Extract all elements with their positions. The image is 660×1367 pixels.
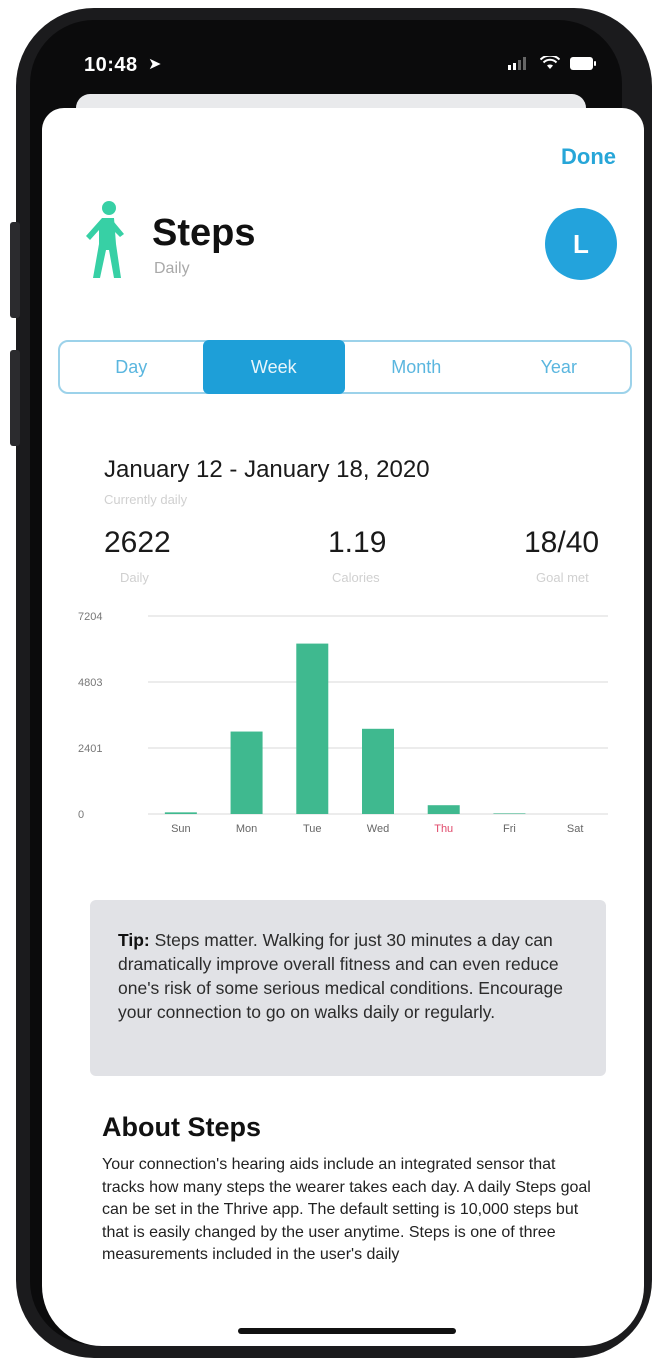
avatar[interactable]: L (545, 208, 617, 280)
x-tick-label: Sun (171, 823, 191, 835)
volume-up-button (10, 222, 20, 318)
date-range: January 12 - January 18, 2020 (104, 456, 430, 483)
stat-goal-label: Goal met (536, 570, 589, 585)
y-tick-label: 0 (78, 809, 84, 821)
about-title: About Steps (102, 1112, 261, 1142)
tip-card: Tip: Steps matter. Walking for just 30 m… (90, 900, 606, 1076)
weekly-steps-chart: 0 2401 4803 7204 Sun Mon Tue Wed Thu Fri Sat (78, 611, 608, 835)
x-tick-label: Mon (236, 823, 257, 835)
cellular-signal-icon (508, 57, 526, 70)
status-time: 10:48 (84, 54, 138, 76)
stat-daily-label: Daily (120, 570, 149, 585)
tab-day[interactable]: Day (60, 342, 203, 392)
avatar-initial: L (573, 228, 589, 259)
tab-week[interactable]: Week (202, 340, 345, 394)
tip-label: Tip: (118, 930, 150, 950)
bar-wed (362, 728, 394, 814)
battery-icon (570, 56, 596, 70)
x-tick-label: Thu (434, 823, 453, 835)
stat-calories-value: 1.19 (328, 526, 387, 559)
walking-person-icon (86, 201, 124, 278)
wifi-icon (540, 56, 560, 69)
time-range-segmented-control: Day Week Month Year (58, 340, 632, 394)
x-tick-label: Fri (503, 823, 516, 835)
done-button[interactable]: Done (561, 144, 616, 170)
page-title: Steps (152, 212, 256, 254)
tab-month[interactable]: Month (345, 342, 488, 392)
stat-calories-label: Calories (332, 570, 380, 585)
tab-month-label: Month (391, 356, 442, 377)
y-tick-label: 4803 (78, 677, 102, 689)
tab-day-label: Day (115, 356, 148, 377)
bar-sun (164, 812, 197, 814)
volume-down-button (10, 350, 20, 446)
date-range-subtitle: Currently daily (104, 492, 188, 507)
bar-mon (230, 731, 263, 814)
status-bar: 10:48 ➤ (44, 40, 616, 90)
bar-fri (493, 813, 526, 814)
page-subtitle: Daily (154, 260, 190, 277)
tab-year[interactable]: Year (488, 342, 631, 392)
steps-detail-sheet: Done Steps Daily L Day Week Month Year J… (42, 108, 644, 1346)
y-tick-label: 2401 (78, 743, 102, 755)
x-tick-label: Tue (303, 823, 322, 835)
bar-thu (427, 805, 460, 814)
about-body: Your connection's hearing aids include a… (102, 1156, 591, 1263)
tab-week-label: Week (250, 356, 297, 377)
tip-text: Steps matter. Walking for just 30 minute… (118, 930, 563, 1022)
x-tick-label: Sat (567, 823, 584, 835)
y-tick-label: 7204 (78, 611, 102, 623)
x-tick-label: Wed (367, 823, 389, 835)
home-indicator[interactable] (238, 1328, 456, 1334)
tab-year-label: Year (540, 356, 577, 377)
stat-daily-value: 2622 (104, 526, 171, 559)
bar-tue (296, 643, 329, 814)
location-arrow-icon: ➤ (148, 56, 162, 73)
stat-goal-value: 18/40 (524, 526, 600, 559)
